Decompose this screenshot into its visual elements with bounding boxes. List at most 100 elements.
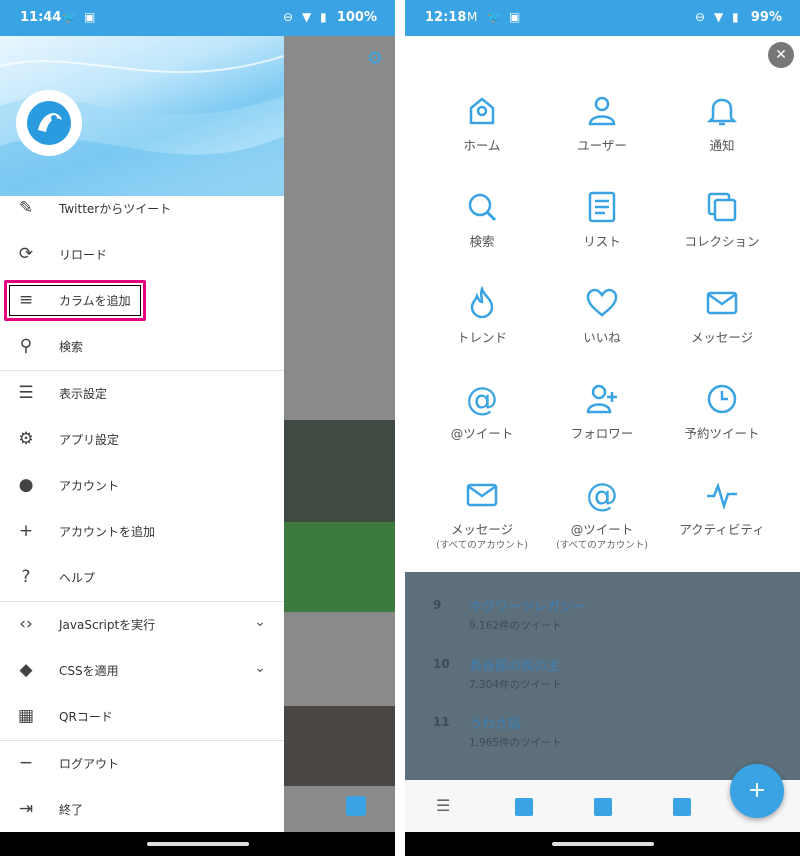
column-type-user[interactable]: ユーザー	[542, 94, 662, 184]
drawer-item-help[interactable]: ? ヘルプ	[0, 555, 284, 601]
drawer-item-label: CSSを適用	[59, 664, 119, 678]
code-icon: ‹›	[19, 614, 33, 634]
column-tab-icon[interactable]	[673, 798, 691, 816]
system-nav-bar	[0, 832, 395, 856]
dnd-icon: ⊖	[283, 10, 294, 24]
drawer-item-exit[interactable]: ⇥ 終了	[0, 787, 284, 833]
drawer-item-label: 表示設定	[59, 387, 108, 401]
navigation-drawer: ✎ Twitterからツイート ⟳ リロード ≡ カラムを追加 ⚲ 検索 ☰ 表…	[0, 36, 284, 832]
app-notification-icon: ▣	[84, 10, 96, 24]
drawer-item-app-settings[interactable]: ⚙ アプリ設定	[0, 417, 284, 463]
column-type-messages[interactable]: メッセージ	[662, 286, 782, 376]
drawer-item-account[interactable]: ● アカウント	[0, 463, 284, 509]
column-type-label: トレンド	[456, 330, 507, 345]
status-bar: 12:18 M 🐦 ▣ ⊖ ▼ ▮ 99%	[405, 0, 800, 36]
edit-icon: ✎	[18, 198, 34, 218]
battery-level: 99%	[750, 10, 782, 25]
column-type-activity[interactable]: アクティビティ	[662, 478, 782, 568]
drawer-item-add-account[interactable]: + アカウントを追加	[0, 509, 284, 555]
column-type-sublabel: (すべてのアカウント)	[436, 540, 528, 551]
reload-icon: ⟳	[18, 244, 34, 264]
twitter-notification-icon: 🐦	[487, 10, 502, 24]
drawer-item-label: ログアウト	[59, 757, 120, 771]
collection-icon	[707, 192, 737, 222]
add-column-sheet: ✕ ホーム ユーザー 通知 検索 リスト コレクション トレンド いいね メッセ…	[405, 36, 800, 572]
svg-text:@: @	[466, 382, 498, 416]
column-type-notifications[interactable]: 通知	[662, 94, 782, 184]
column-type-label: アクティビティ	[679, 522, 765, 537]
column-type-label: メッセージ	[450, 522, 514, 537]
drawer-item-qr-code[interactable]: ▦ QRコード	[0, 694, 284, 740]
compose-fab[interactable]: +	[730, 764, 784, 818]
left-phone-screen: 11:44 🐦 ▣ ⊖ ▼ ▮ 100% ⚙ ✎ Twitterからツイート ⟳…	[0, 0, 395, 856]
list-icon[interactable]	[346, 796, 366, 816]
column-type-collection[interactable]: コレクション	[662, 190, 782, 280]
trend-row[interactable]: 10 長谷部の仮の主 7,304件のツイート	[405, 657, 800, 715]
tune-icon: ☰	[18, 383, 34, 403]
drawer-item-tweet[interactable]: ✎ Twitterからツイート	[0, 186, 284, 232]
drawer-item-apply-css[interactable]: ◆ CSSを適用 ⌄	[0, 648, 284, 694]
column-type-label: いいね	[583, 330, 621, 345]
drawer-item-label: JavaScriptを実行	[59, 618, 156, 632]
battery-level: 100%	[336, 10, 377, 25]
drawer-item-logout[interactable]: − ログアウト	[0, 741, 284, 787]
drawer-item-display-settings[interactable]: ☰ 表示設定	[0, 371, 284, 417]
column-type-messages-all[interactable]: メッセージ (すべてのアカウント)	[422, 478, 542, 568]
trends-list-dimmed: 9 ホグワーツレガシー 9,162件のツイート 10 長谷部の仮の主 7,304…	[405, 572, 800, 780]
trend-row[interactable]: 9 ホグワーツレガシー 9,162件のツイート	[405, 598, 800, 656]
search-icon: ⚲	[19, 336, 33, 356]
column-type-sublabel: (すべてのアカウント)	[556, 540, 648, 551]
column-type-search[interactable]: 検索	[422, 190, 542, 280]
dnd-icon: ⊖	[695, 10, 706, 24]
home-gesture-pill[interactable]	[147, 842, 249, 846]
drawer-item-reload[interactable]: ⟳ リロード	[0, 232, 284, 278]
search-icon	[468, 193, 497, 222]
drawer-header	[0, 36, 284, 196]
account-circle-icon: ●	[18, 475, 34, 495]
column-type-label: 予約ツイート	[684, 426, 760, 441]
status-time: 12:18	[425, 10, 467, 25]
column-type-label: ユーザー	[577, 138, 627, 153]
trend-row[interactable]: 11 うわさ話 1,965件のツイート	[405, 715, 800, 773]
home-icon	[469, 97, 495, 125]
chevron-down-icon[interactable]: ⌄	[254, 660, 266, 676]
drawer-item-label: アカウント	[59, 479, 120, 493]
drawer-item-label: ヘルプ	[59, 571, 96, 585]
column-type-trends[interactable]: トレンド	[422, 286, 542, 376]
column-type-mentions[interactable]: @ @ツイート	[422, 382, 542, 472]
column-type-label: フォロワー	[570, 426, 634, 441]
highlight-frame	[4, 280, 146, 321]
menu-icon[interactable]: ☰	[436, 798, 454, 814]
close-button[interactable]: ✕	[768, 42, 794, 68]
clock-icon	[707, 384, 737, 414]
activity-icon	[707, 482, 737, 511]
column-tab-icon[interactable]	[515, 798, 533, 816]
blurred-image	[284, 420, 395, 522]
drawer-item-run-javascript[interactable]: ‹› JavaScriptを実行 ⌄	[0, 602, 284, 648]
user-icon	[588, 96, 616, 126]
heart-icon	[586, 288, 618, 317]
column-type-home[interactable]: ホーム	[422, 94, 542, 184]
mail-icon	[706, 291, 738, 315]
drawer-item-label: リロード	[59, 248, 108, 262]
column-tab-icon[interactable]	[594, 798, 612, 816]
qr-code-icon: ▦	[17, 706, 35, 726]
style-icon: ◆	[19, 660, 33, 680]
blurred-image	[284, 522, 395, 612]
avatar[interactable]	[16, 90, 82, 156]
column-type-label: 通知	[709, 138, 735, 153]
column-type-mentions-all[interactable]: @ @ツイート (すべてのアカウント)	[542, 478, 662, 568]
drawer-item-search[interactable]: ⚲ 検索	[0, 324, 284, 370]
trend-title: ホグワーツレガシー	[469, 600, 586, 615]
battery-icon: ▮	[732, 10, 739, 24]
column-type-followers[interactable]: フォロワー	[542, 382, 662, 472]
chevron-down-icon[interactable]: ⌄	[254, 614, 266, 630]
column-type-likes[interactable]: いいね	[542, 286, 662, 376]
timeline-background: ⚙	[284, 36, 395, 832]
column-type-list[interactable]: リスト	[542, 190, 662, 280]
column-type-scheduled[interactable]: 予約ツイート	[662, 382, 782, 472]
trend-count: 1,965件のツイート	[469, 737, 563, 749]
home-gesture-pill[interactable]	[552, 842, 654, 846]
column-type-label: コレクション	[684, 234, 760, 249]
follower-icon	[586, 384, 617, 414]
